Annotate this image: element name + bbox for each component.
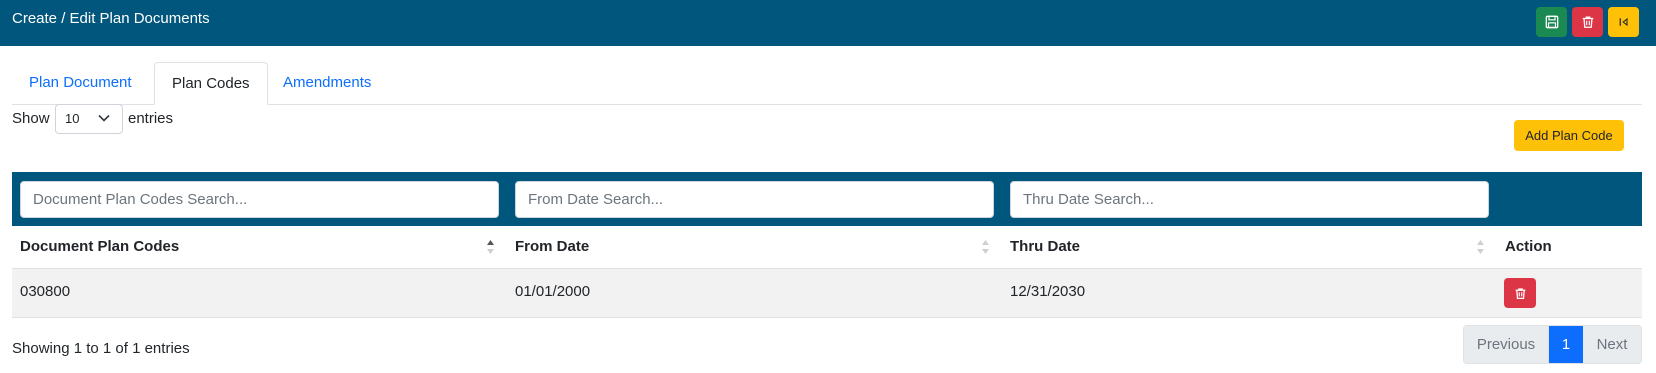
tab-plan-document[interactable]: Plan Document <box>12 62 149 103</box>
page-1-button[interactable]: 1 <box>1549 326 1583 363</box>
table-row: 030800 01/01/2000 12/31/2030 <box>12 268 1642 318</box>
add-plan-code-button[interactable]: Add Plan Code <box>1514 120 1624 151</box>
from-date-cell: 01/01/2000 <box>515 283 591 300</box>
floppy-disk-icon <box>1545 15 1558 29</box>
chevron-down-icon <box>98 114 110 122</box>
tab-plan-codes[interactable]: Plan Codes <box>154 62 268 105</box>
delete-button[interactable] <box>1572 7 1603 37</box>
show-label: Show <box>12 110 50 127</box>
sort-icon[interactable] <box>1476 239 1485 255</box>
column-header-action: Action <box>1505 238 1552 255</box>
page-title: Create / Edit Plan Documents <box>12 10 210 27</box>
tab-bar: Plan Document Plan Codes Amendments <box>12 62 1642 105</box>
save-button[interactable] <box>1536 7 1567 37</box>
column-search-row <box>12 172 1642 226</box>
previous-page-button[interactable]: Previous <box>1464 326 1549 363</box>
from-date-search-input[interactable] <box>515 181 994 218</box>
entries-per-page-value: 10 <box>65 111 80 126</box>
delete-row-button[interactable] <box>1504 278 1536 308</box>
pagination: Previous 1 Next <box>1463 325 1642 364</box>
back-to-start-icon <box>1619 17 1628 27</box>
page-header: Create / Edit Plan Documents <box>0 0 1656 46</box>
plan-code-cell: 030800 <box>20 283 71 300</box>
table-info: Showing 1 to 1 of 1 entries <box>12 340 190 357</box>
column-header-thru-date[interactable]: Thru Date <box>1010 238 1080 255</box>
thru-date-cell: 12/31/2030 <box>1010 283 1086 300</box>
column-header-plan-codes[interactable]: Document Plan Codes <box>20 238 179 255</box>
trash-icon <box>1582 16 1593 28</box>
trash-icon <box>1515 287 1525 299</box>
back-button[interactable] <box>1608 7 1639 37</box>
plan-codes-search-input[interactable] <box>20 181 499 218</box>
sort-ascending-icon[interactable] <box>486 239 495 255</box>
sort-icon[interactable] <box>981 239 990 255</box>
tab-amendments[interactable]: Amendments <box>266 62 388 103</box>
next-page-button[interactable]: Next <box>1583 326 1641 363</box>
column-header-from-date[interactable]: From Date <box>515 238 589 255</box>
thru-date-search-input[interactable] <box>1010 181 1489 218</box>
entries-label: entries <box>128 110 174 127</box>
entries-per-page-select[interactable]: 10 <box>55 104 123 134</box>
